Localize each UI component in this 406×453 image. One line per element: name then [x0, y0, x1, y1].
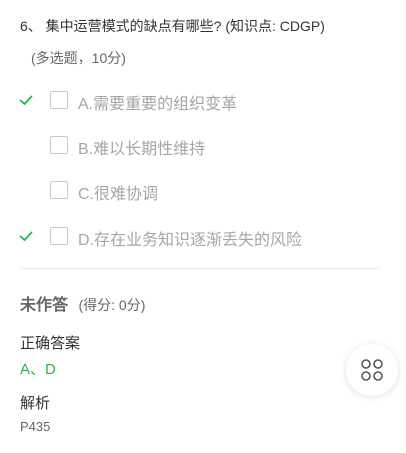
answer-status: 未作答 (得分: 0分): [20, 291, 145, 315]
question-text: 6、 集中运营模式的缺点有哪些?: [20, 18, 222, 34]
option-c-checkbox[interactable]: [50, 181, 68, 199]
option-b-label: B.难以长期性维持: [78, 141, 206, 158]
floating-menu-button[interactable]: [346, 344, 398, 396]
option-d-checkbox[interactable]: [50, 227, 68, 245]
option-b[interactable]: B.难以长期性维持: [0, 130, 406, 160]
question-title: 6、 集中运营模式的缺点有哪些? (知识点: CDGP): [20, 16, 325, 36]
check-icon: [18, 92, 34, 108]
option-c-label: C.很难协调: [78, 186, 159, 203]
option-d-label: D.存在业务知识逐渐丢失的风险: [78, 232, 303, 249]
option-d[interactable]: D.存在业务知识逐渐丢失的风险: [0, 221, 406, 251]
correct-answer-value: A、D: [20, 361, 56, 378]
grid-menu-icon: [361, 359, 383, 381]
explanation-value: P435: [20, 419, 51, 434]
option-c[interactable]: C.很难协调: [0, 175, 406, 205]
score-text: (得分: 0分): [78, 297, 146, 313]
knowledge-point: (知识点: CDGP): [225, 18, 325, 34]
status-label: 未作答: [20, 297, 69, 314]
divider: [20, 268, 380, 269]
explanation-heading: 解析: [20, 395, 51, 412]
question-meta: (多选题，10分): [31, 50, 126, 66]
option-a-label: A.需要重要的组织变革: [78, 96, 238, 113]
option-a-checkbox[interactable]: [50, 91, 68, 109]
option-a[interactable]: A.需要重要的组织变革: [0, 85, 406, 115]
correct-answer-heading: 正确答案: [20, 335, 81, 352]
option-b-checkbox[interactable]: [50, 136, 68, 154]
check-icon: [18, 228, 34, 244]
